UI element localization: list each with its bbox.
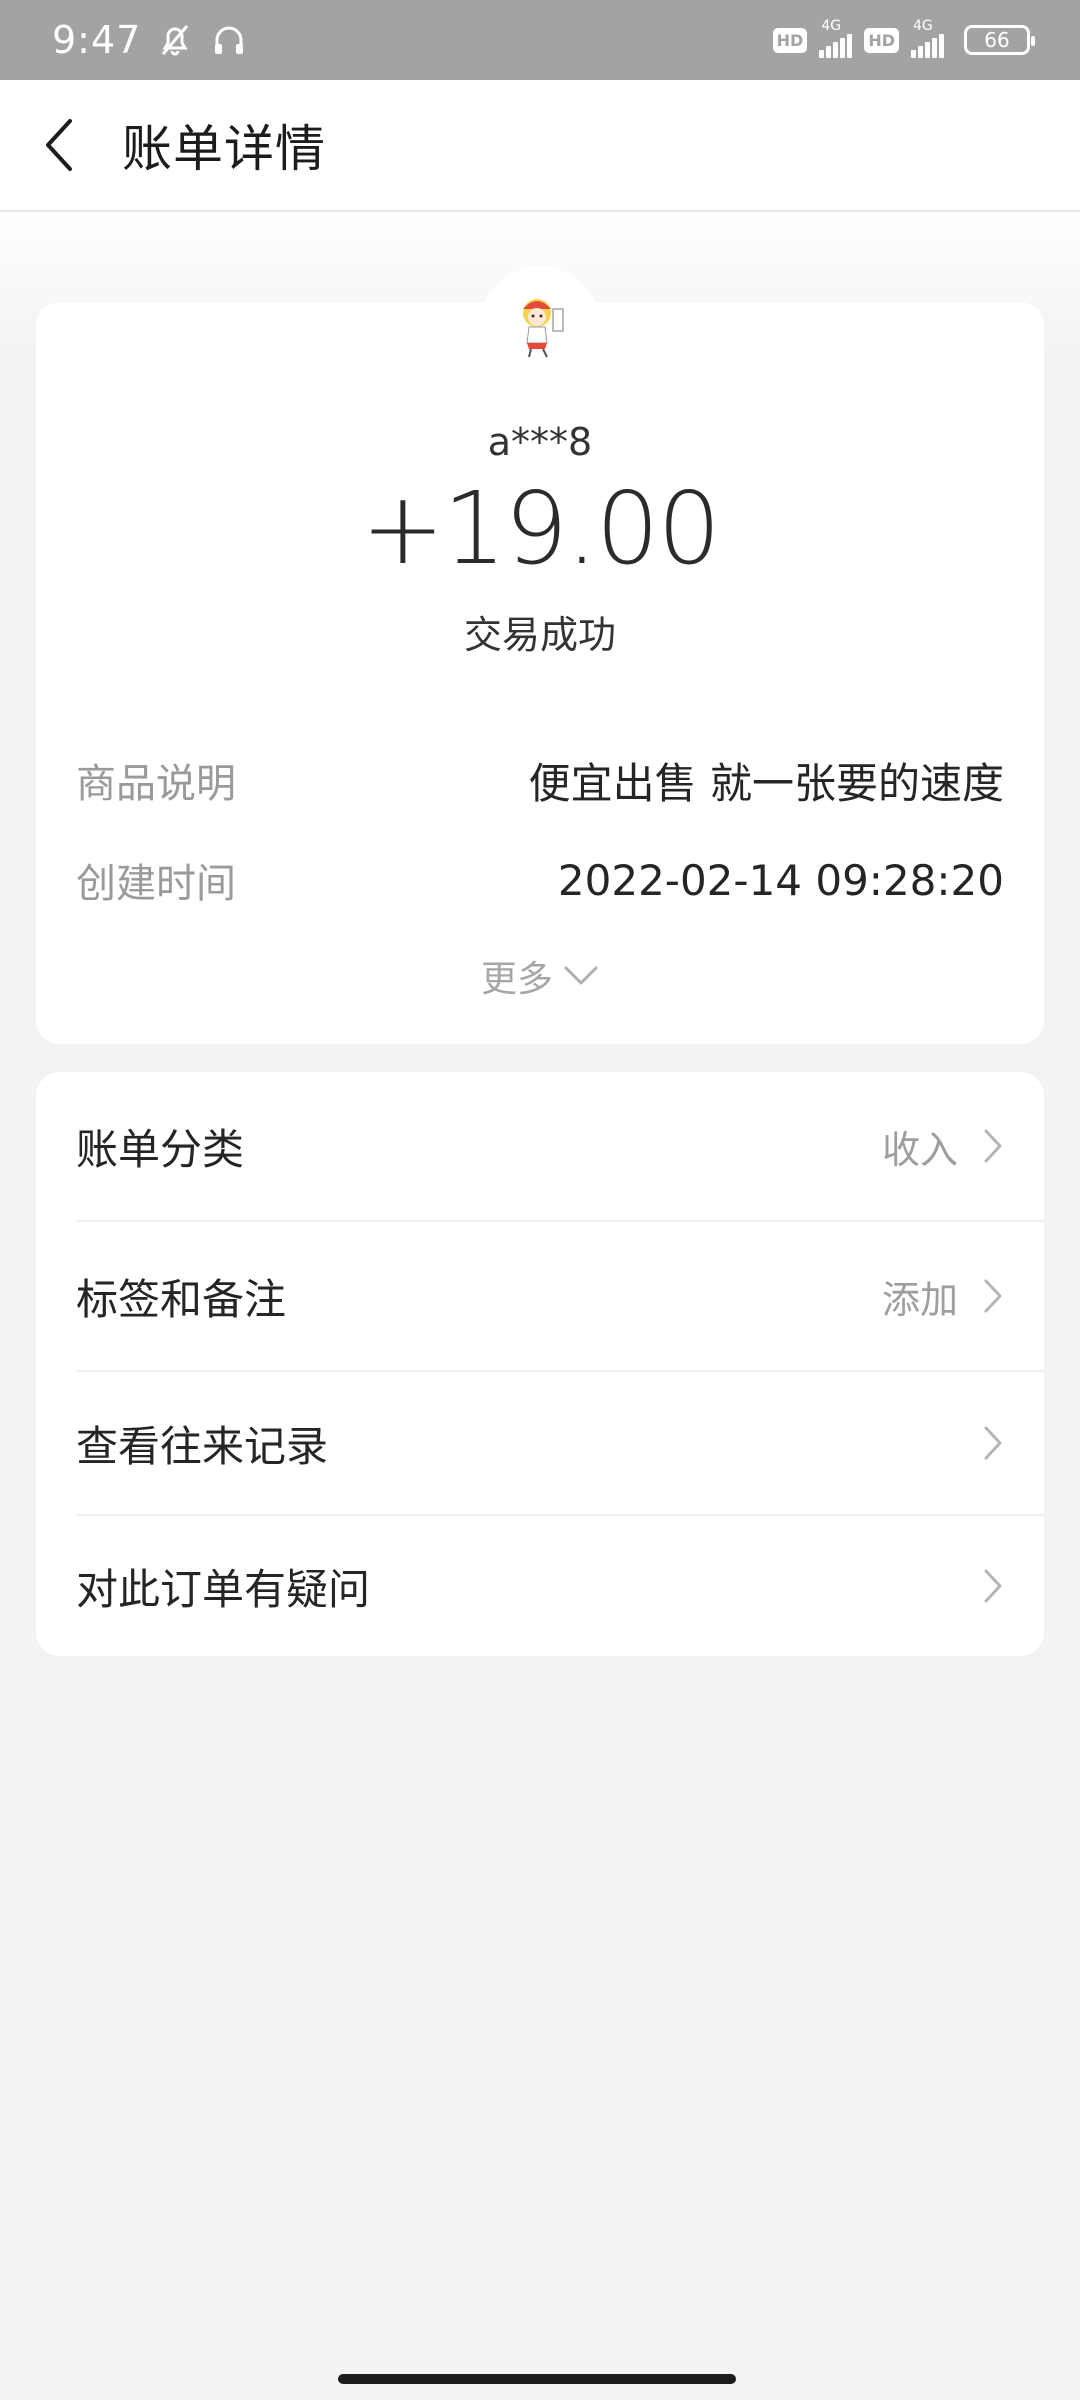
more-label: 更多 — [480, 959, 553, 1000]
info-value: 2022-02-14 09:28:20 — [557, 855, 1004, 905]
bill-summary-card — [36, 302, 1044, 1044]
row-value: 添加 — [881, 1277, 958, 1322]
row-value: 收入 — [881, 1127, 958, 1172]
home-indicator[interactable] — [338, 2374, 736, 2384]
row-label: 账单分类 — [76, 1124, 245, 1174]
row-label: 标签和备注 — [76, 1274, 287, 1324]
page-title: 账单详情 — [122, 120, 326, 178]
back-button[interactable] — [0, 79, 120, 211]
chevron-left-icon — [46, 119, 72, 171]
row-label: 对此订单有疑问 — [76, 1564, 371, 1614]
status-bar: 9:47 HD 4G HD 4G 66 — [0, 0, 1080, 80]
row-label: 查看往来记录 — [76, 1421, 329, 1471]
battery-icon: 66 — [964, 25, 1035, 55]
info-row-product: 商品说明 便宜出售 就一张要的速度 — [76, 750, 1004, 810]
transaction-status: 交易成功 — [463, 613, 616, 657]
transaction-amount: +19.00 — [360, 470, 721, 587]
list-item-tags-notes[interactable]: 标签和备注 添加 — [76, 1222, 1044, 1372]
info-label: 商品说明 — [76, 761, 236, 807]
mute-bell-icon — [162, 25, 189, 56]
options-card: 账单分类 收入 标签和备注 添加 查看往来记录 对此订单有疑问 — [36, 1072, 1044, 1656]
info-label: 创建时间 — [76, 861, 236, 907]
info-value: 便宜出售 就一张要的速度 — [528, 758, 1004, 808]
chevron-right-icon — [984, 1279, 1002, 1313]
chevron-right-icon — [984, 1569, 1002, 1603]
chevron-right-icon — [984, 1129, 1002, 1163]
list-item-bill-category[interactable]: 账单分类 收入 — [76, 1072, 1044, 1222]
chevron-down-icon — [564, 966, 598, 985]
avatar-image — [523, 299, 564, 358]
more-button[interactable]: 更多 — [0, 950, 1080, 1002]
avatar[interactable] — [480, 266, 600, 386]
signal-icon: 4G — [911, 18, 944, 58]
battery-level: 66 — [984, 28, 1010, 52]
list-item-order-question[interactable]: 对此订单有疑问 — [76, 1516, 1044, 1656]
chevron-right-icon — [984, 1426, 1002, 1460]
info-row-created-time: 创建时间 2022-02-14 09:28:20 — [76, 850, 1004, 910]
signal-icon: 4G — [819, 18, 853, 58]
headset-icon — [215, 26, 244, 54]
nav-bar: 账单详情 — [0, 80, 1080, 212]
hd-icon: HD — [772, 27, 808, 53]
list-item-transaction-history[interactable]: 查看往来记录 — [76, 1372, 1044, 1516]
hd-icon: HD — [864, 27, 899, 53]
counterparty-name: a***8 — [487, 420, 593, 464]
status-time: 9:47 — [52, 18, 142, 62]
